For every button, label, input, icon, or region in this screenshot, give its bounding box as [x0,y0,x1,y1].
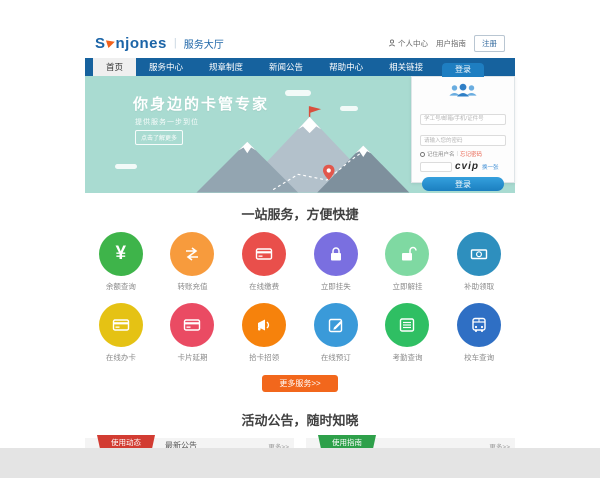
personal-center-link[interactable]: 个人中心 [388,38,428,49]
service-label: 校车查询 [443,352,515,363]
card-icon [170,303,214,347]
service-label: 补助领取 [443,281,515,292]
page-container: S njones | 服务大厅 个人中心 用户指南 注册 首页 服务中心 规章制… [85,28,515,460]
transfer-icon [170,232,214,276]
captcha-input[interactable] [420,162,452,172]
cloud-decoration [285,90,311,96]
banknote-icon [457,232,501,276]
remember-label: 记住用户名 [427,150,455,158]
synjones-logo[interactable]: S njones | 服务大厅 [95,35,224,52]
nav-item-help[interactable]: 帮助中心 [316,58,376,76]
service-card-renewal[interactable]: 卡片延期 [157,296,229,367]
services-title: 一站服务，方便快捷 [85,204,515,223]
service-lost-found[interactable]: 拾卡招领 [228,296,300,367]
service-report-loss[interactable]: 立即挂失 [300,225,372,296]
hero-cta-button[interactable]: 点击了解更多 [135,130,183,145]
service-label: 在线缴费 [228,281,300,292]
captcha-image: cvip [455,161,479,172]
mountain-illustration [185,101,415,193]
remember-row: 记住用户名 | 忘记密码 [420,150,506,158]
nav-item-rules[interactable]: 规章制度 [196,58,256,76]
nav-item-news[interactable]: 新闻公告 [256,58,316,76]
captcha-row: cvip 换一张 [420,161,506,172]
service-transfer-recharge[interactable]: 转账充值 [157,225,229,296]
service-label: 拾卡招领 [228,352,300,363]
bus-icon [457,303,501,347]
yuan-icon: ¥ [99,232,143,276]
site-name: 服务大厅 [184,36,224,51]
top-bar-links: 个人中心 用户指南 注册 [388,35,505,52]
password-input[interactable] [420,135,506,146]
list-icon [385,303,429,347]
login-tab[interactable]: 登录 [442,63,484,77]
more-services-button[interactable]: 更多服务>> [262,375,338,392]
captcha-refresh-link[interactable]: 换一张 [482,163,499,171]
service-label: 转账充值 [157,281,229,292]
logo-text: njones [116,35,167,52]
unlock-icon [385,232,429,276]
user-guide-label: 用户指南 [436,38,466,49]
personal-center-label: 个人中心 [398,38,428,49]
service-unlock-card[interactable]: 立即解挂 [372,225,444,296]
users-group-icon [420,82,506,104]
service-attendance-inquiry[interactable]: 考勤查询 [372,296,444,367]
nav-item-home[interactable]: 首页 [93,58,136,76]
cloud-decoration [115,164,137,169]
edit-icon [314,303,358,347]
username-input[interactable] [420,114,506,125]
nav-item-links[interactable]: 相关链接 [376,58,436,76]
remember-divider: | [457,151,458,157]
page-bottom-cutoff [0,448,600,478]
register-button[interactable]: 注册 [474,35,505,52]
announcements-title: 活动公告，随时知晓 [85,410,515,429]
nav-item-service-center[interactable]: 服务中心 [136,58,196,76]
service-online-card-apply[interactable]: 在线办卡 [85,296,157,367]
service-online-booking[interactable]: 在线预订 [300,296,372,367]
service-online-payment[interactable]: 在线缴费 [228,225,300,296]
forgot-password-link[interactable]: 忘记密码 [460,150,482,158]
person-icon [388,39,396,47]
lock-icon [314,232,358,276]
service-label: 考勤查询 [372,352,444,363]
service-label: 立即解挂 [372,281,444,292]
service-label: 在线办卡 [85,352,157,363]
logo-text: S [95,35,106,52]
service-label: 卡片延期 [157,352,229,363]
logo-arrow-icon [105,38,115,48]
services-section: 一站服务，方便快捷 ¥ 余额查询 转账充值 在线缴费 [85,193,515,392]
user-guide-link[interactable]: 用户指南 [436,38,466,49]
card-icon [99,303,143,347]
login-panel: 登录 记住用户名 | 忘记密码 cvip 换一张 登录 [411,76,515,183]
service-label: 立即挂失 [300,281,372,292]
remember-checkbox[interactable] [420,152,425,157]
service-label: 余额查询 [85,281,157,292]
service-school-bus-inquiry[interactable]: 校车查询 [443,296,515,367]
megaphone-icon [242,303,286,347]
service-balance-inquiry[interactable]: ¥ 余额查询 [85,225,157,296]
logo-separator: | [174,37,177,49]
service-label: 在线预订 [300,352,372,363]
service-grid: ¥ 余额查询 转账充值 在线缴费 立即挂失 [85,225,515,367]
card-icon [242,232,286,276]
hero-banner: 你身边的卡管专家 提供服务一步到位 点击了解更多 登录 [85,76,515,193]
service-subsidy-collect[interactable]: 补助领取 [443,225,515,296]
top-bar: S njones | 服务大厅 个人中心 用户指南 注册 [85,28,515,58]
login-submit-button[interactable]: 登录 [422,177,504,191]
